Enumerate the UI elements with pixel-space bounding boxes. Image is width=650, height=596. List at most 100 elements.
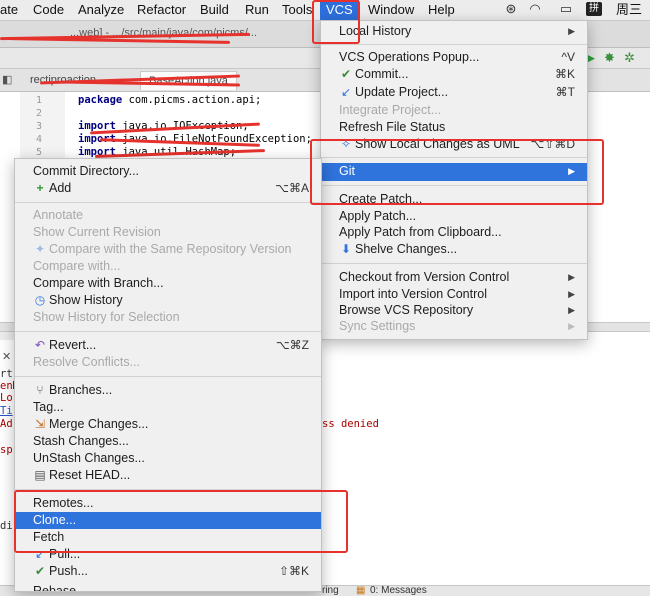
annotation-box-clone	[14, 490, 348, 553]
add-icon: +	[36, 181, 44, 195]
menu-item-label: Update Project...	[355, 85, 449, 99]
menu-item-push[interactable]: ✔ Push... ⇧⌘K	[15, 563, 321, 580]
history-icon: ◷	[34, 293, 46, 307]
clock[interactable]: 周三	[616, 0, 642, 20]
submenu-arrow-icon: ▶	[568, 272, 575, 282]
menu-tools[interactable]: Tools	[282, 0, 312, 20]
menu-item-shelve-changes[interactable]: ⬇ Shelve Changes...	[321, 241, 587, 258]
menu-item-shortcut: ⌘K	[554, 67, 575, 81]
menu-item-merge-changes[interactable]: ⇲ Merge Changes...	[15, 416, 321, 433]
console-error-text: ss denied	[322, 418, 379, 430]
menu-item-label: Integrate Project...	[339, 103, 442, 117]
menu-item-show-history-selection: Show History for Selection	[15, 309, 321, 326]
menu-item-show-current-revision: Show Current Revision	[15, 224, 321, 241]
menu-item-browse-vcs-repo[interactable]: Browse VCS Repository ▶	[321, 302, 587, 319]
menu-item-shortcut: ⌘T	[555, 85, 575, 99]
menu-item-label: Shelve Changes...	[355, 242, 458, 256]
menu-code[interactable]: Code	[33, 0, 64, 20]
menu-item-revert[interactable]: ↶ Revert... ⌥⌘Z	[15, 337, 321, 354]
menu-item-shortcut: ⌥⌘Z	[275, 338, 309, 352]
annotation-box-git	[310, 139, 604, 205]
menu-item-label: VCS Operations Popup...	[339, 50, 480, 64]
menu-item-refresh-file-status[interactable]: Refresh File Status	[321, 119, 587, 136]
menu-analyze[interactable]: Analyze	[78, 0, 124, 20]
menu-item-shortcut: ⌥⌘A	[275, 181, 309, 195]
console-link[interactable]: Ti	[0, 405, 13, 417]
menu-separator	[15, 376, 321, 377]
menu-item-stash-changes[interactable]: Stash Changes...	[15, 433, 321, 450]
menu-item-label: Merge Changes...	[49, 417, 149, 431]
menu-item-local-history[interactable]: Local History ▶	[321, 23, 587, 40]
menu-separator	[15, 202, 321, 203]
code-text: com.picms.action.api;	[128, 94, 262, 106]
creative-cloud-icon[interactable]: ⊛	[503, 2, 519, 16]
menu-item-add[interactable]: + Add ⌥⌘A	[15, 180, 321, 197]
console-fragment: di	[0, 520, 13, 532]
wifi-icon[interactable]: ◠	[527, 2, 543, 16]
menu-build[interactable]: Build	[200, 0, 229, 20]
structure-icon[interactable]: ◧	[2, 73, 12, 86]
menu-help[interactable]: Help	[428, 0, 455, 20]
menu-file-partial[interactable]: ate	[0, 0, 18, 20]
menu-item-label: Revert...	[49, 338, 97, 352]
menu-item-label: Checkout from Version Control	[339, 270, 510, 284]
merge-icon: ⇲	[34, 417, 46, 431]
revert-icon: ↶	[34, 338, 46, 352]
menu-separator	[321, 263, 587, 264]
menu-item-label: Compare with Branch...	[33, 276, 164, 290]
close-icon[interactable]: ✕	[2, 350, 11, 363]
reset-icon: ▤	[34, 468, 46, 482]
menu-item-label: Push...	[49, 564, 88, 578]
console-fragment: Lo	[0, 392, 13, 404]
menu-item-label: Commit Directory...	[33, 164, 140, 178]
console-fragment: sp	[0, 444, 13, 456]
line-number: 2	[35, 108, 42, 119]
menu-item-compare-branch[interactable]: Compare with Branch...	[15, 275, 321, 292]
submenu-arrow-icon: ▶	[568, 26, 575, 36]
menu-item-rebase[interactable]: Rebase...	[15, 583, 321, 591]
menu-item-unstash-changes[interactable]: UnStash Changes...	[15, 450, 321, 467]
menu-run[interactable]: Run	[245, 0, 269, 20]
menu-item-apply-patch-clipboard[interactable]: Apply Patch from Clipboard...	[321, 224, 587, 241]
keyword: package	[78, 94, 123, 106]
menu-item-reset-head[interactable]: ▤ Reset HEAD...	[15, 467, 321, 484]
menu-item-label: Branches...	[49, 383, 113, 397]
menu-item-import-vcs[interactable]: Import into Version Control ▶	[321, 286, 587, 303]
menu-item-show-history[interactable]: ◷ Show History	[15, 292, 321, 309]
menu-item-label: Sync Settings	[339, 319, 416, 333]
shelve-icon: ⬇	[340, 242, 352, 256]
menu-item-update-project[interactable]: ↙ Update Project... ⌘T	[321, 84, 587, 101]
battery-icon[interactable]: ▭	[556, 2, 576, 16]
menu-item-label: Add	[49, 181, 72, 195]
menu-item-label: Rebase...	[33, 584, 87, 591]
coverage-icon[interactable]: ✲	[624, 50, 635, 66]
menu-item-resolve-conflicts: Resolve Conflicts...	[15, 354, 321, 371]
menu-item-label: Reset HEAD...	[49, 468, 131, 482]
menu-item-label: Import into Version Control	[339, 287, 487, 301]
menu-item-compare-with: Compare with...	[15, 258, 321, 275]
menu-item-tag[interactable]: Tag...	[15, 399, 321, 416]
menu-item-label: Tag...	[33, 400, 64, 414]
menu-refactor[interactable]: Refactor	[137, 0, 186, 20]
update-icon: ↙	[340, 85, 352, 99]
menu-item-commit[interactable]: ✔ Commit... ⌘K	[321, 66, 587, 83]
menu-item-label: Show Current Revision	[33, 225, 161, 239]
submenu-arrow-icon: ▶	[568, 305, 575, 315]
menu-item-label: Compare with the Same Repository Version	[49, 242, 292, 256]
menu-item-apply-patch[interactable]: Apply Patch...	[321, 208, 587, 225]
menu-separator	[321, 44, 587, 45]
menu-item-vcs-operations-popup[interactable]: VCS Operations Popup... ^V	[321, 49, 587, 66]
menu-item-label: Browse VCS Repository	[339, 303, 474, 317]
menu-window[interactable]: Window	[368, 0, 414, 20]
annotation-box-vcs	[312, 0, 360, 44]
input-method-icon[interactable]: 拼	[586, 2, 602, 16]
menu-item-commit-directory[interactable]: Commit Directory...	[15, 163, 321, 180]
debug-icon[interactable]: ✸	[604, 50, 615, 66]
menu-item-checkout-vcs[interactable]: Checkout from Version Control ▶	[321, 269, 587, 286]
menu-item-label: Resolve Conflicts...	[33, 355, 140, 369]
menu-item-sync-settings: Sync Settings ▶	[321, 318, 587, 335]
menu-item-shortcut: ⇧⌘K	[278, 564, 309, 578]
menu-item-branches[interactable]: ⑂ Branches...	[15, 382, 321, 399]
tab-active[interactable]: BaseAction.java	[140, 71, 237, 90]
menu-item-label: Apply Patch from Clipboard...	[339, 225, 502, 239]
